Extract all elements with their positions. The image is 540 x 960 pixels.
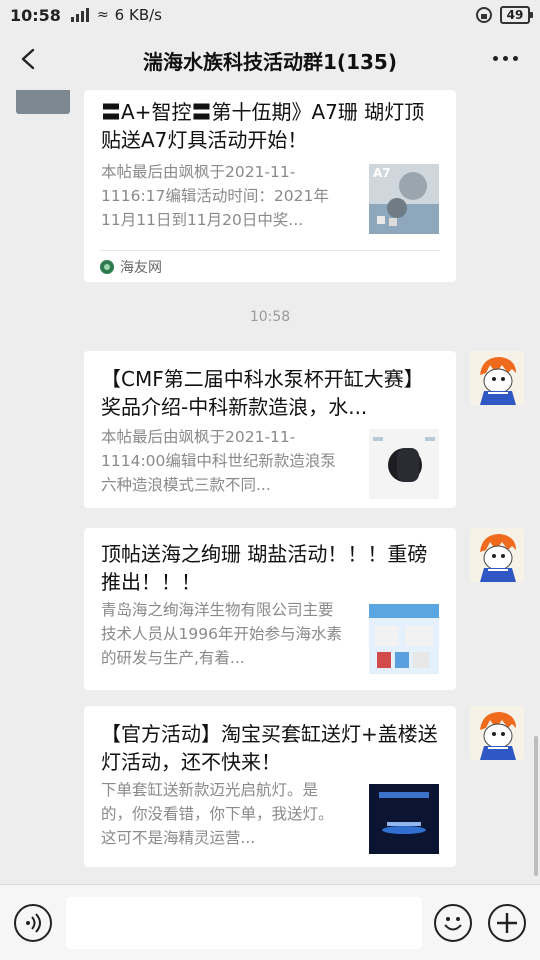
card-source: 海友网	[100, 250, 440, 282]
lock-icon	[476, 7, 492, 23]
scrollbar[interactable]	[534, 736, 538, 876]
card-thumbnail	[369, 604, 439, 674]
card-thumbnail: A7	[369, 164, 439, 234]
link-card[interactable]: 【官方活动】淘宝买套缸送灯+盖楼送灯活动，还不快来！ 下单套缸送新款迈光启航灯。…	[84, 706, 456, 867]
thumb-label: A7	[373, 166, 391, 180]
avatar[interactable]	[16, 90, 70, 114]
avatar[interactable]	[470, 528, 524, 582]
link-card[interactable]: 顶帖送海之绚珊 瑚盐活动！！！重磅推出！！！ 青岛海之绚海洋生物有限公司主要技术…	[84, 528, 456, 690]
signal-icon	[70, 8, 89, 22]
plus-icon[interactable]	[488, 904, 526, 942]
card-thumbnail	[369, 784, 439, 854]
avatar[interactable]	[470, 351, 524, 405]
chat-title: 湍海水族科技活动群1(135)	[143, 49, 397, 74]
link-card[interactable]: 【CMF第二届中科水泵杯开缸大赛】奖品介绍-中科新款造浪，水... 本帖最后由飒…	[84, 351, 456, 508]
card-desc: 本帖最后由飒枫于2021-11-1114:00编辑中科世纪新款造浪泵六种造浪模式…	[101, 428, 336, 494]
battery-icon: 49	[500, 6, 533, 24]
card-desc: 本帖最后由飒枫于2021-11-1116:17编辑活动时间：2021年11月11…	[101, 163, 329, 229]
card-desc: 青岛海之绚海洋生物有限公司主要技术人员从1996年开始参与海水素的研发与生产,有…	[101, 601, 342, 667]
card-title: 顶帖送海之绚珊 瑚盐活动！！！重磅推出！！！	[101, 542, 428, 594]
link-card[interactable]: 〓A+智控〓第十伍期》A7珊 瑚灯顶贴送A7灯具活动开始！ 本帖最后由飒枫于20…	[84, 90, 456, 282]
input-bar	[0, 884, 540, 960]
source-icon	[100, 259, 114, 274]
card-title: 【CMF第二届中科水泵杯开缸大赛】奖品介绍-中科新款造浪，水...	[101, 367, 424, 419]
more-icon[interactable]	[493, 56, 518, 61]
voice-icon[interactable]	[14, 904, 52, 942]
source-label: 海友网	[120, 259, 162, 276]
avatar[interactable]	[470, 706, 524, 760]
time-separator: 10:58	[249, 309, 291, 325]
card-title: 【官方活动】淘宝买套缸送灯+盖楼送灯活动，还不快来！	[101, 722, 438, 774]
card-title: 〓A+智控〓第十伍期》A7珊 瑚灯顶贴送A7灯具活动开始！	[101, 100, 425, 152]
chat-area[interactable]: 〓A+智控〓第十伍期》A7珊 瑚灯顶贴送A7灯具活动开始！ 本帖最后由飒枫于20…	[0, 90, 540, 884]
card-thumbnail	[369, 429, 439, 499]
status-bar: 10:58 ≈ 6 KB/s 49	[0, 0, 540, 30]
chat-header: 湍海水族科技活动群1(135)	[0, 30, 540, 90]
net-speed: 6 KB/s	[114, 6, 162, 24]
wifi-icon: ≈	[96, 7, 109, 23]
status-time: 10:58	[10, 5, 61, 25]
message-input[interactable]	[66, 897, 422, 949]
back-icon[interactable]	[18, 48, 40, 70]
card-desc: 下单套缸送新款迈光启航灯。是的，你没看错，你下单，我送灯。这可不是海精灵运营..…	[101, 781, 334, 847]
emoji-icon[interactable]	[434, 904, 472, 942]
